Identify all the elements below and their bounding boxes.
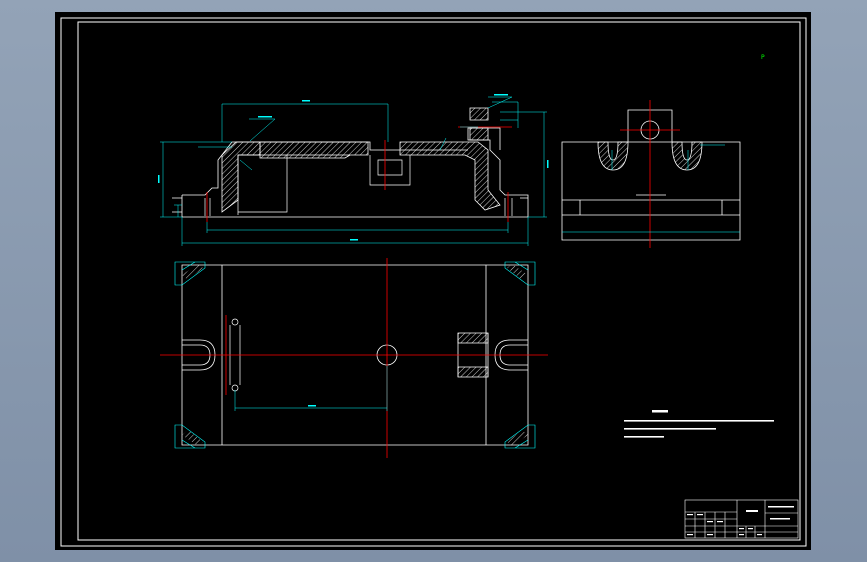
cad-viewport[interactable]: P: [0, 0, 867, 562]
paper-background: [55, 12, 811, 550]
view-marker: P: [761, 54, 765, 61]
top-dim-text: [308, 405, 316, 407]
drawing-sheet: P: [55, 12, 811, 550]
